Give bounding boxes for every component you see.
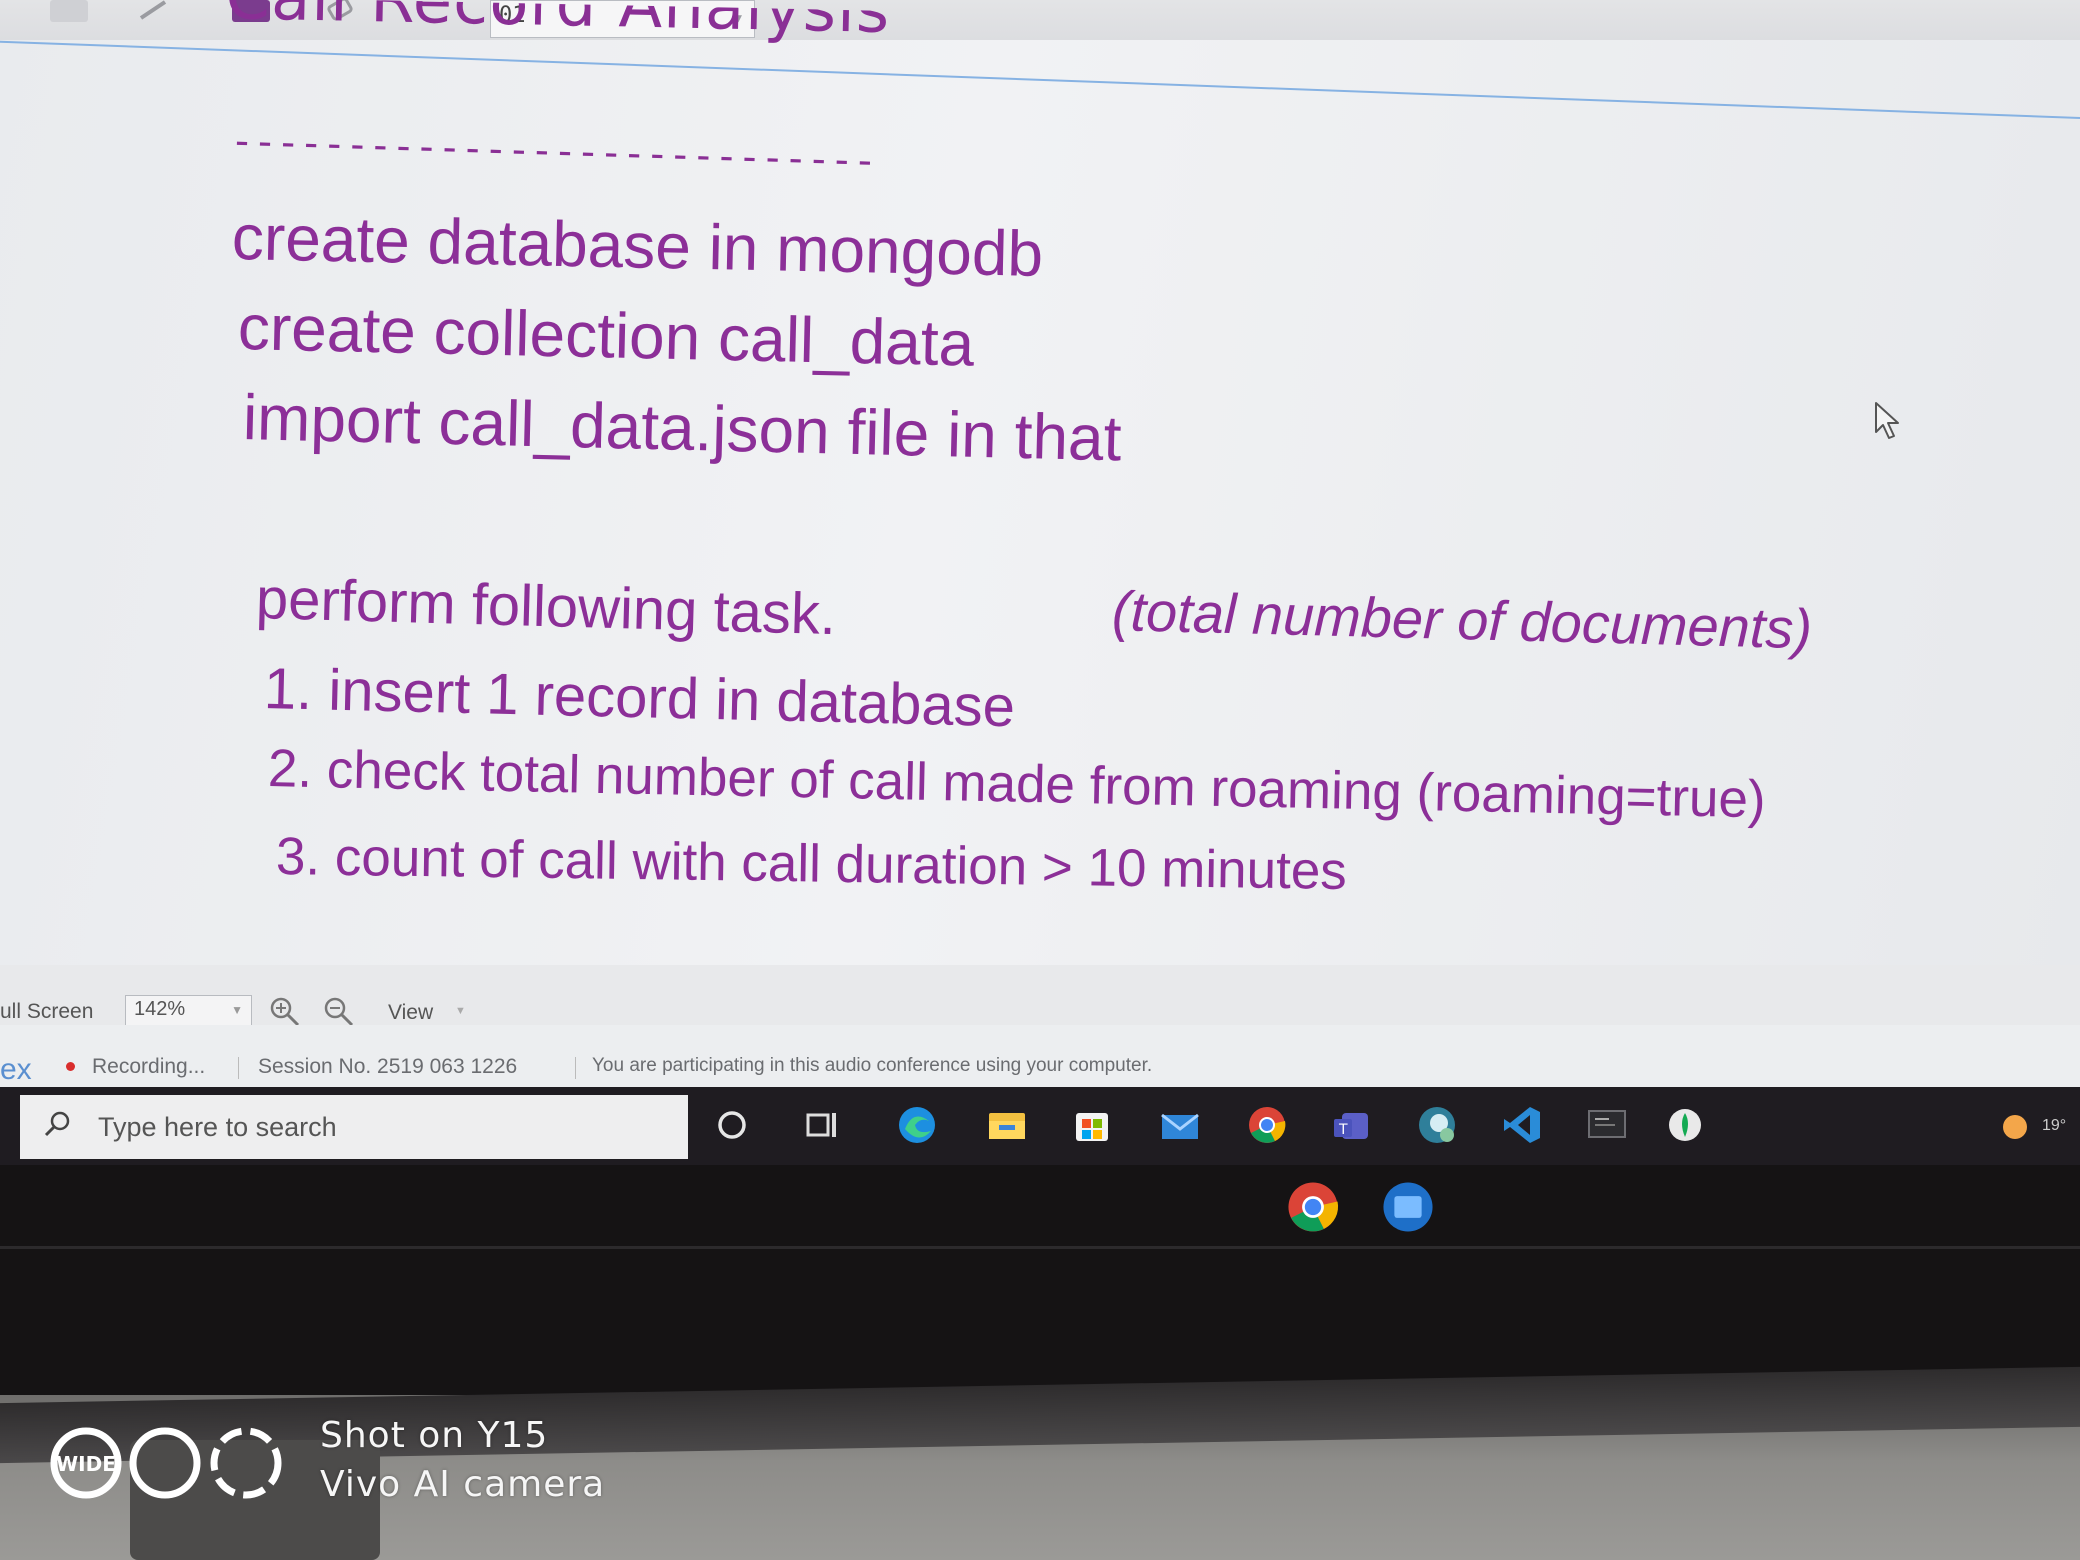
wide-mode-badge: WIDE: [56, 1452, 116, 1476]
task-heading: perform following task.: [255, 566, 837, 648]
view-menu[interactable]: View: [388, 1001, 433, 1025]
editor-status-bar: ull Screen 142% ▼ View ▼: [0, 965, 2080, 1028]
chevron-down-icon: ▼: [455, 1005, 466, 1017]
zoom-select[interactable]: 142% ▼: [125, 995, 252, 1028]
audio-conference-message: You are participating in this audio conf…: [592, 1055, 1153, 1076]
app-name-fragment: ex: [0, 1053, 32, 1086]
laptop-bezel: [0, 1165, 2080, 1395]
title-underline: ----------------------------: [229, 118, 877, 185]
microsoft-store-icon[interactable]: [1070, 1103, 1114, 1147]
task-view-icon[interactable]: [800, 1103, 844, 1147]
task-note: (total number of documents): [1111, 579, 1813, 661]
zoom-in-icon[interactable]: [268, 995, 302, 1029]
divider: [575, 1057, 576, 1079]
windows-taskbar: Type here to search T 19°: [0, 1087, 2080, 1165]
task-item-3: 3. count of call with call duration > 10…: [275, 827, 1348, 901]
chrome-overflow-icon[interactable]: [1283, 1177, 1343, 1237]
document-canvas: 01 ▼ Call Record Analysis --------------…: [0, 0, 2080, 965]
watermark-model: Shot on Y15: [320, 1415, 549, 1456]
teams-icon[interactable]: T: [1330, 1103, 1374, 1147]
camera-mode-logos: WIDE: [50, 1427, 282, 1499]
terminal-icon[interactable]: [1585, 1103, 1629, 1147]
search-icon: [44, 1111, 70, 1137]
cortana-icon[interactable]: [710, 1103, 754, 1147]
chrome-icon[interactable]: [1245, 1103, 1289, 1147]
page-border: [0, 40, 2080, 121]
laptop-screen: 01 ▼ Call Record Analysis --------------…: [0, 0, 2080, 1165]
edge-beta-icon[interactable]: [1415, 1103, 1459, 1147]
bezel-edge: [0, 1246, 2080, 1249]
shape-tool-icon[interactable]: [50, 0, 88, 22]
zoom-out-icon[interactable]: [322, 995, 356, 1029]
meeting-status-bar: ex Recording... Session No. 2519 063 122…: [0, 1025, 2080, 1087]
taskbar-search-box[interactable]: Type here to search: [20, 1095, 688, 1159]
mouse-pointer-icon: [1875, 402, 1899, 439]
recording-dot-icon: [66, 1062, 75, 1071]
search-placeholder: Type here to search: [98, 1112, 337, 1142]
task-item-2: 2. check total number of call made from …: [267, 739, 1767, 830]
mongodb-compass-icon[interactable]: [1663, 1103, 1707, 1147]
note-line-create-collection: create collection call_data: [237, 291, 976, 380]
task-item-1: 1. insert 1 record in database: [263, 656, 1016, 740]
full-screen-button[interactable]: ull Screen: [0, 1000, 93, 1024]
weather-icon[interactable]: [1995, 1107, 2039, 1151]
vscode-icon[interactable]: [1500, 1103, 1544, 1147]
edge-browser-icon[interactable]: [895, 1103, 939, 1147]
weather-temperature: 19°: [2042, 1117, 2067, 1134]
watermark-camera: Vivo AI camera: [320, 1464, 606, 1505]
session-number: Session No. 2519 063 1226: [258, 1055, 518, 1078]
note-line-import-file: import call_data.json file in that: [242, 381, 1123, 475]
zoom-value: 142%: [134, 998, 186, 1020]
note-line-create-database: create database in mongodb: [231, 201, 1044, 290]
recording-status: Recording...: [92, 1055, 206, 1078]
file-explorer-icon[interactable]: [985, 1103, 1029, 1147]
divider: [238, 1057, 239, 1079]
mail-icon[interactable]: [1158, 1103, 1202, 1147]
pen-tool-icon[interactable]: [135, 0, 173, 22]
file-explorer-overflow-icon[interactable]: [1378, 1177, 1438, 1237]
svg-text:T: T: [1338, 1122, 1348, 1138]
chevron-down-icon: ▼: [231, 1003, 243, 1017]
